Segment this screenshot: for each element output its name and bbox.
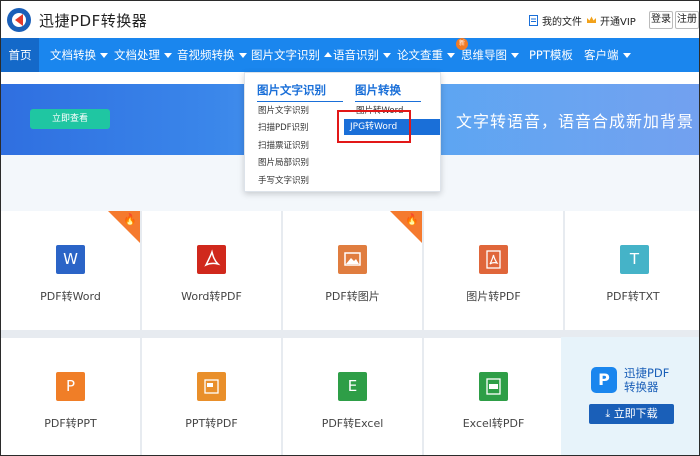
nav-home[interactable]: 首页 — [1, 38, 39, 72]
nav-paper-check-label: 论文查重 — [397, 48, 443, 62]
download-label: 立即下载 — [613, 407, 658, 420]
chevron-up-icon — [324, 52, 332, 57]
image-icon — [338, 245, 367, 274]
banner-view-button[interactable]: 立即查看 — [30, 109, 110, 129]
pdf-icon — [479, 245, 508, 274]
app-logo-icon[interactable] — [5, 6, 33, 34]
ppt-icon: P — [56, 372, 85, 401]
tile-pdf-to-txt[interactable]: T PDF转TXT — [565, 211, 699, 330]
nav-av-convert-label: 音视频转换 — [177, 48, 235, 62]
download-promo-card: P 迅捷PDF 转换器 ⤓ 立即下载 — [561, 337, 699, 455]
vip-link[interactable]: 开通VIP — [586, 13, 636, 28]
app-p-logo-icon: P — [591, 367, 617, 393]
banner-headline: 文字转语音，语音合成新加背景 — [456, 112, 695, 131]
top-header: 迅捷PDF转换器 我的文件 开通VIP 登录 注册 — [1, 1, 699, 38]
tile-label: 图片转PDF — [466, 290, 521, 303]
menu-item-scan-pdf-ocr[interactable]: 扫描PDF识别 — [258, 121, 309, 133]
promo-app-name: 迅捷PDF 转换器 — [624, 366, 669, 394]
tile-label: PPT转PDF — [185, 417, 238, 430]
login-button[interactable]: 登录 — [649, 11, 673, 29]
download-button[interactable]: ⤓ 立即下载 — [589, 404, 674, 424]
tile-label: PDF转图片 — [325, 290, 380, 303]
nav-mindmap[interactable]: 思维导图 — [461, 38, 519, 72]
nav-paper-check[interactable]: 论文查重 — [397, 38, 455, 72]
tile-label: PDF转TXT — [606, 290, 660, 303]
fire-icon: 🔥 — [123, 213, 137, 226]
chevron-down-icon — [511, 53, 519, 58]
tile-word-to-pdf[interactable]: Word转PDF — [142, 211, 281, 330]
new-badge: 新 — [456, 38, 468, 50]
txt-icon: T — [620, 245, 649, 274]
chevron-down-icon — [164, 53, 172, 58]
word-icon: W — [56, 245, 85, 274]
fire-icon: 🔥 — [405, 213, 419, 226]
ppt-pdf-icon — [197, 372, 226, 401]
dropdown-col2-title: 图片转换 — [355, 82, 421, 102]
nav-doc-process[interactable]: 文档处理 — [114, 38, 172, 72]
tile-label: PDF转Excel — [321, 417, 384, 430]
nav-speech[interactable]: 语音识别 — [333, 38, 391, 72]
chevron-down-icon — [383, 53, 391, 58]
menu-item-image-partial-ocr[interactable]: 图片局部识别 — [258, 156, 309, 168]
nav-speech-label: 语音识别 — [333, 48, 379, 62]
tile-pdf-to-image[interactable]: PDF转图片 🔥 — [283, 211, 422, 330]
nav-image-ocr-label: 图片文字识别 — [251, 48, 320, 62]
tile-label: PDF转PPT — [44, 417, 97, 430]
chevron-down-icon — [622, 53, 631, 58]
tile-label: Excel转PDF — [462, 417, 525, 430]
file-icon — [529, 15, 538, 26]
tile-ppt-to-pdf[interactable]: PPT转PDF — [142, 338, 281, 455]
download-icon: ⤓ — [605, 407, 611, 420]
pdf-icon — [197, 245, 226, 274]
my-files-label: 我的文件 — [542, 17, 582, 28]
menu-item-handwriting-ocr[interactable]: 手写文字识别 — [258, 174, 309, 186]
nav-image-ocr[interactable]: 图片文字识别 — [251, 38, 332, 72]
my-files-link[interactable]: 我的文件 — [528, 13, 582, 28]
excel-pdf-icon — [479, 372, 508, 401]
app-window: 迅捷PDF转换器 我的文件 开通VIP 登录 注册 首页 文档转换 文档处理 音… — [0, 0, 700, 456]
nav-doc-convert-label: 文档转换 — [50, 48, 96, 62]
highlight-annotation-box — [337, 110, 411, 143]
chevron-down-icon — [238, 53, 247, 58]
nav-mindmap-label: 思维导图 — [461, 48, 507, 62]
chevron-down-icon — [100, 53, 108, 58]
main-nav: 首页 文档转换 文档处理 音视频转换 图片文字识别 语音识别 论文查重 思维导图… — [1, 38, 699, 72]
nav-client-label: 客户端 — [584, 48, 619, 62]
nav-doc-convert[interactable]: 文档转换 — [50, 38, 108, 72]
chevron-down-icon — [447, 53, 455, 58]
tile-excel-to-pdf[interactable]: Excel转PDF — [424, 338, 563, 455]
nav-ppt-template-label: PPT模板 — [529, 48, 573, 62]
vip-label: 开通VIP — [600, 17, 636, 28]
nav-doc-process-label: 文档处理 — [114, 48, 160, 62]
nav-client[interactable]: 客户端 — [584, 38, 631, 72]
dropdown-col1-title: 图片文字识别 — [257, 82, 343, 102]
tile-pdf-to-word[interactable]: W PDF转Word 🔥 — [1, 211, 140, 330]
nav-ppt-template[interactable]: PPT模板 — [529, 38, 573, 72]
menu-item-scan-ticket-ocr[interactable]: 扫描票证识别 — [258, 139, 309, 151]
tile-label: PDF转Word — [40, 290, 101, 303]
tile-label: Word转PDF — [181, 290, 242, 303]
nav-home-label: 首页 — [8, 48, 32, 62]
tile-pdf-to-excel[interactable]: E PDF转Excel — [283, 338, 422, 455]
promo-name-line2: 转换器 — [624, 380, 659, 394]
crown-icon — [587, 16, 596, 23]
nav-av-convert[interactable]: 音视频转换 — [177, 38, 247, 72]
promo-name-line1: 迅捷PDF — [624, 366, 670, 380]
excel-icon: E — [338, 372, 367, 401]
tile-image-to-pdf[interactable]: 图片转PDF — [424, 211, 563, 330]
tile-pdf-to-ppt[interactable]: P PDF转PPT — [1, 338, 140, 455]
menu-item-image-text-ocr[interactable]: 图片文字识别 — [258, 104, 309, 116]
brand-name[interactable]: 迅捷PDF转换器 — [39, 10, 147, 31]
register-button[interactable]: 注册 — [675, 11, 699, 29]
